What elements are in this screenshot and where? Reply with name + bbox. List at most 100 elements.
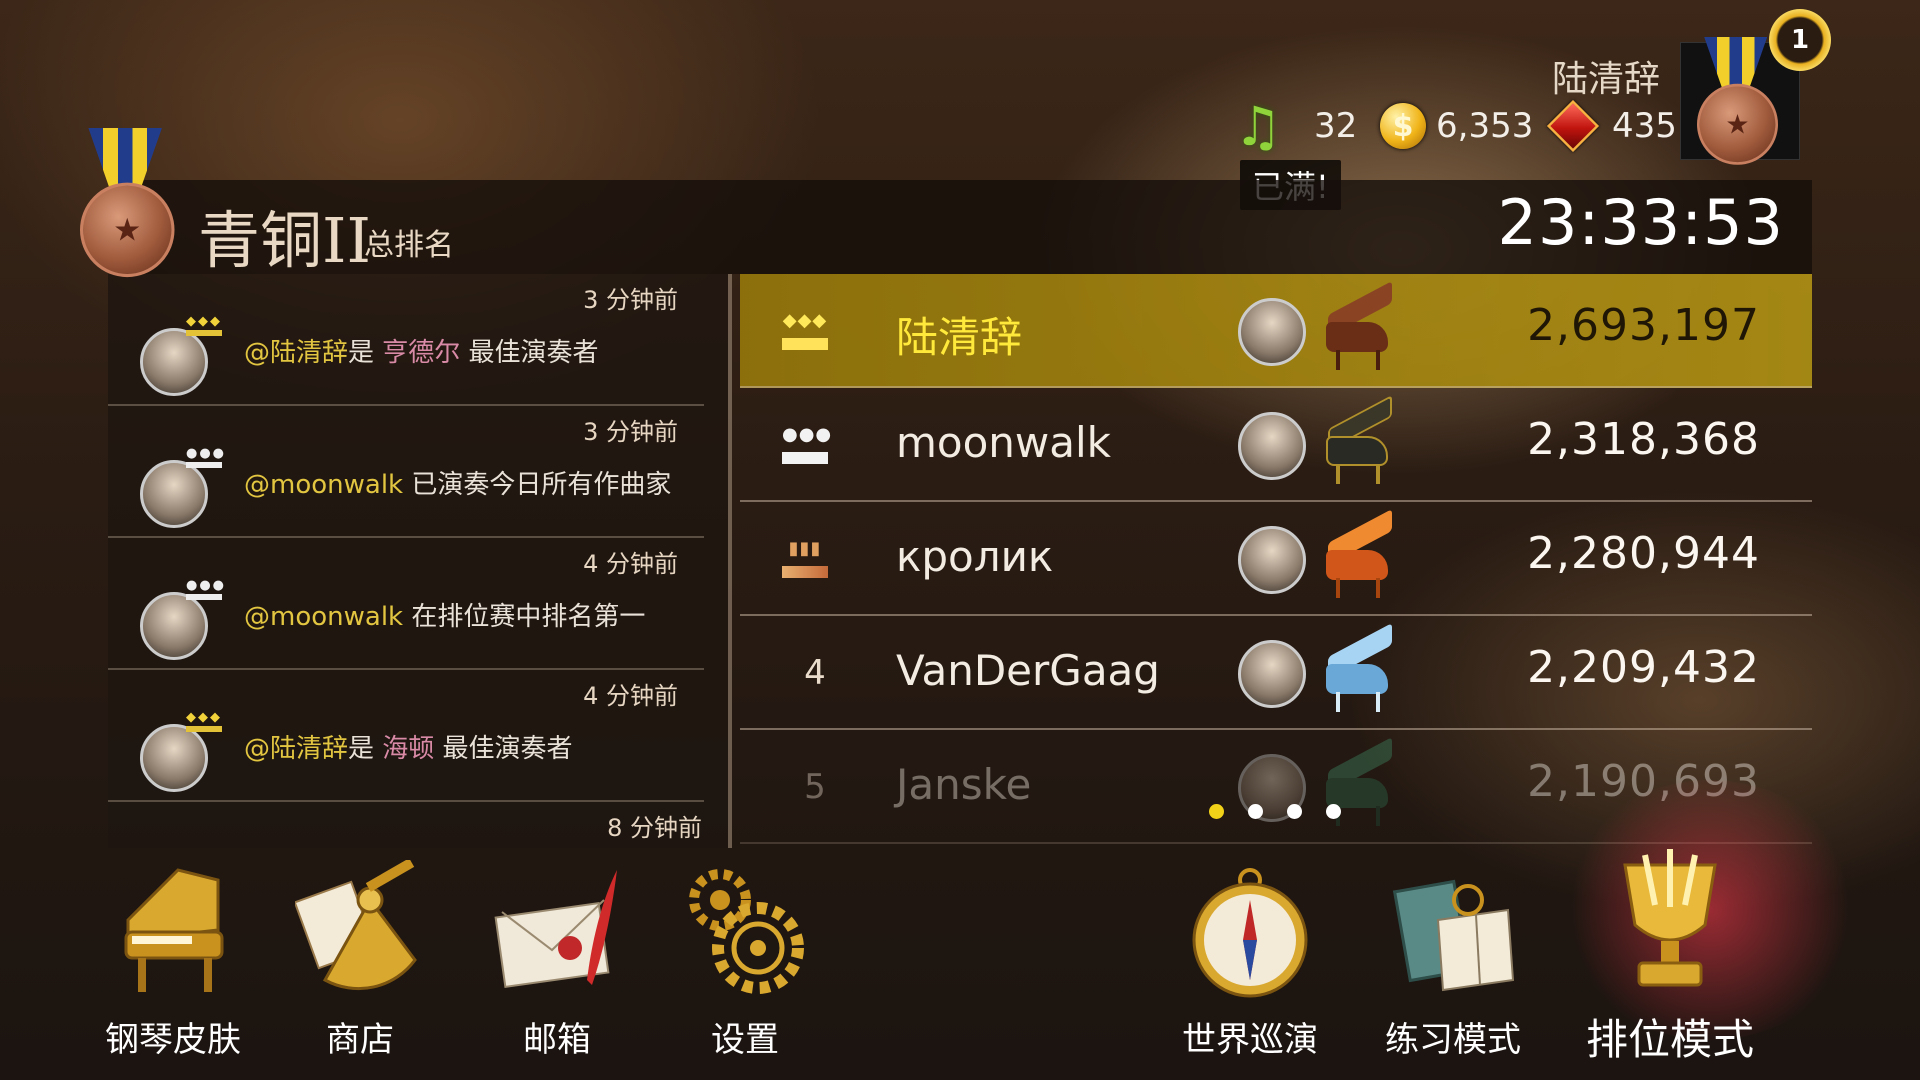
page-dot[interactable] [1287, 804, 1302, 819]
composer-avatar [140, 460, 208, 528]
piano-icon [1322, 394, 1394, 486]
composer-avatar [1238, 526, 1306, 594]
player-name-cell: moonwalk [896, 418, 1112, 467]
feed-time: 3 分钟前 [583, 418, 678, 446]
music-note-icon: ♫ [1233, 94, 1283, 158]
feed-text-part: 是 [348, 734, 383, 764]
page-dot[interactable] [1248, 804, 1263, 819]
feed-item: 4 分钟前 ●●● @moonwalk 在排位赛中排名第一 [108, 538, 704, 670]
rank-badge: 1 [1769, 9, 1831, 71]
player-avatar[interactable]: ★ 1 [1680, 9, 1831, 165]
nav-label: 钢琴皮肤 [105, 1020, 241, 1060]
leaderboard-row[interactable]: ▮▮▮ кролик 2,280,944 [740, 502, 1812, 616]
practice-mode-button[interactable]: 练习模式 [1368, 850, 1538, 1060]
ruby-icon [1546, 99, 1600, 153]
feed-message: @moonwalk 在排位赛中排名第一 [244, 596, 645, 633]
activity-feed[interactable]: 3 分钟前 ◆◆◆ @陆清辞是 亨德尔 最佳演奏者 3 分钟前 ●●● @moo… [108, 274, 728, 848]
feed-item: 3 分钟前 ●●● @moonwalk 已演奏今日所有作曲家 [108, 406, 704, 538]
player-name-cell: 陆清辞 [896, 313, 1023, 362]
feed-time: 3 分钟前 [583, 286, 678, 314]
crown-icon: ●●● [186, 446, 224, 468]
golden-piano-icon [108, 860, 238, 1000]
tier-title: 青铜II [198, 204, 371, 277]
trophy-icon [1605, 849, 1735, 990]
composer-avatar [140, 592, 208, 660]
feed-mention[interactable]: @moonwalk [244, 602, 403, 632]
composer-avatar [1238, 640, 1306, 708]
feed-item: 4 分钟前 ◆◆◆ @陆清辞是 海顿 最佳演奏者 [108, 670, 704, 802]
feed-message: @moonwalk 已演奏今日所有作曲家 [244, 464, 671, 501]
feed-text-part: 是 [348, 338, 383, 368]
score-cell: 2,318,368 [1527, 414, 1760, 465]
feed-composer: 海顿 [382, 734, 435, 764]
rank-number: 5 [804, 767, 826, 807]
feed-time: 8 分钟前 [607, 814, 702, 842]
feed-composer: 亨德尔 [382, 338, 461, 368]
letter-icon [492, 860, 622, 1000]
notes-counter[interactable]: ♫ 32 [1230, 95, 1358, 158]
composer-avatar [140, 328, 208, 396]
ranking-header: 青铜II 总排名 23:33:53 [130, 180, 1812, 277]
feed-item: 3 分钟前 ◆◆◆ @陆清辞是 亨德尔 最佳演奏者 [108, 274, 704, 406]
piano-icon [1322, 622, 1394, 714]
rank-number: 4 [804, 653, 826, 693]
feed-text-part: 最佳演奏者 [434, 734, 573, 764]
panel-divider [728, 274, 732, 848]
page-dot[interactable] [1326, 804, 1341, 819]
nav-label: 设置 [711, 1020, 779, 1060]
score-cell: 2,693,197 [1527, 300, 1760, 351]
feed-mention[interactable]: @陆清辞 [244, 338, 348, 368]
crown-icon: ●●● [186, 578, 224, 600]
piano-icon [1322, 508, 1394, 600]
nav-label: 练习模式 [1385, 1020, 1521, 1060]
feed-text-part: 在排位赛中排名第一 [403, 602, 646, 632]
notes-value: 32 [1314, 106, 1358, 146]
book-icon [1388, 860, 1518, 1000]
score-cell: 2,209,432 [1527, 642, 1760, 693]
piano-icon [1322, 280, 1394, 372]
player-name-cell: VanDerGaag [896, 646, 1160, 695]
feed-text-part: 已演奏今日所有作曲家 [403, 470, 672, 500]
player-status-bar: 陆清辞 ♫ 32 已满! $ 6,353 435 ★ 1 [1150, 9, 1831, 210]
ranked-mode-button[interactable]: 排位模式 [1570, 849, 1770, 1064]
page-indicator[interactable] [1209, 804, 1341, 819]
coins-value: 6,353 [1436, 106, 1534, 146]
piano-skin-button[interactable]: 钢琴皮肤 [88, 850, 258, 1060]
feed-time: 4 分钟前 [583, 550, 678, 578]
silver-crown-icon: ●●● [782, 424, 831, 464]
composer-avatar [1238, 298, 1306, 366]
leaderboard[interactable]: ◆◆◆ 陆清辞 2,693,197 ●●● moonwalk 2,318,368… [740, 274, 1812, 848]
feed-text-part: 最佳演奏者 [460, 338, 599, 368]
crown-icon: ◆◆◆ [186, 710, 222, 732]
leaderboard-row[interactable]: 4 VanDerGaag 2,209,432 [740, 616, 1812, 730]
gems-counter[interactable]: 435 [1546, 99, 1677, 153]
feed-time: 4 分钟前 [583, 682, 678, 710]
shop-button[interactable]: 商店 [275, 850, 445, 1060]
page-dot[interactable] [1209, 804, 1224, 819]
feed-message: @陆清辞是 亨德尔 最佳演奏者 [244, 332, 599, 369]
coins-counter[interactable]: $ 6,353 [1380, 102, 1533, 150]
nav-label: 世界巡演 [1182, 1020, 1318, 1060]
settings-button[interactable]: 设置 [660, 850, 830, 1060]
composer-avatar [140, 724, 208, 792]
score-cell: 2,280,944 [1527, 528, 1760, 579]
player-name-cell: кролик [896, 532, 1054, 581]
leaderboard-row[interactable]: ●●● moonwalk 2,318,368 [740, 388, 1812, 502]
bronze-crown-icon: ▮▮▮ [782, 538, 828, 578]
feed-mention[interactable]: @陆清辞 [244, 734, 348, 764]
crown-icon: ◆◆◆ [186, 314, 222, 336]
composer-avatar [1238, 412, 1306, 480]
player-name-cell: Janske [896, 760, 1032, 809]
mailbox-button[interactable]: 邮箱 [472, 850, 642, 1060]
leaderboard-row[interactable]: ◆◆◆ 陆清辞 2,693,197 [740, 274, 1812, 388]
feed-mention[interactable]: @moonwalk [244, 470, 403, 500]
gold-crown-icon: ◆◆◆ [782, 310, 828, 350]
feed-message: @陆清辞是 海顿 最佳演奏者 [244, 728, 573, 765]
compass-icon [1185, 860, 1315, 1000]
gems-value: 435 [1612, 106, 1677, 146]
nav-label: 商店 [326, 1020, 394, 1060]
player-name: 陆清辞 [1551, 59, 1660, 100]
world-tour-button[interactable]: 世界巡演 [1165, 850, 1335, 1060]
sextant-icon [295, 860, 425, 1000]
nav-label: 邮箱 [523, 1020, 591, 1060]
